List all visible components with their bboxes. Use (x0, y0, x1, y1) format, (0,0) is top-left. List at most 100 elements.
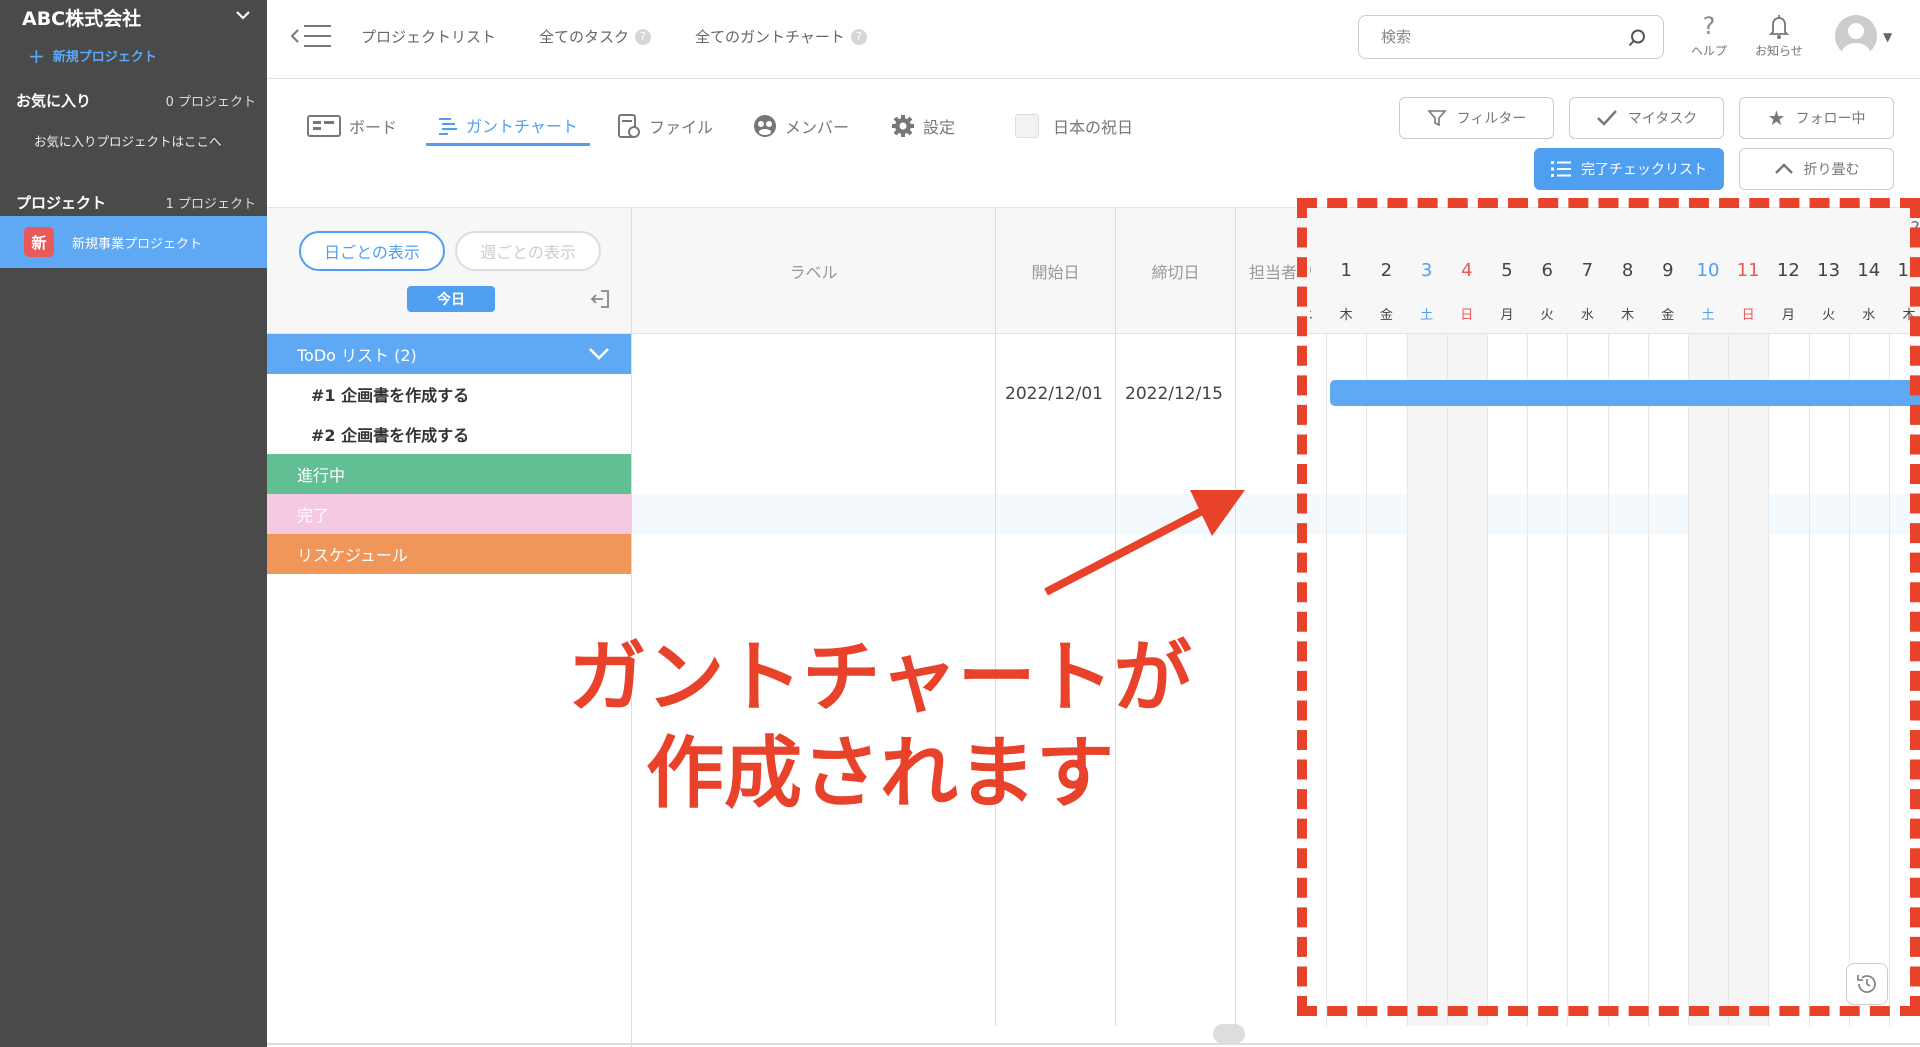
new-project-label: 新規プロジェクト (52, 50, 157, 65)
plus-icon: + (28, 43, 45, 68)
holiday-label: 日本の祝日 (1053, 118, 1134, 137)
gantt-columns: ラベル 開始日 締切日 担当者 2022/12/01 2022/12/15 (632, 208, 1310, 1026)
filter-label: フィルター (1456, 111, 1527, 127)
chevron-up-icon (1774, 163, 1793, 174)
group-reschedule[interactable]: リスケジュール (267, 534, 631, 574)
my-tasks-button[interactable]: マイタスク (1569, 97, 1724, 139)
notifications-button[interactable]: お知らせ (1755, 10, 1803, 59)
group-in-progress[interactable]: 進行中 (267, 454, 631, 494)
tab-settings[interactable]: 設定 (891, 106, 955, 146)
task-start-date[interactable]: 2022/12/01 (1005, 384, 1103, 404)
filter-button[interactable]: フィルター (1399, 97, 1554, 139)
tab-files[interactable]: ファイル (617, 106, 713, 146)
projects-header: プロジェクト 1 プロジェクト (16, 192, 256, 213)
collapse-label: 折り畳む (1803, 162, 1860, 178)
all-tasks-label: 全てのタスク (539, 28, 630, 46)
weekly-view-button[interactable]: 週ごとの表示 (455, 231, 601, 271)
search-icon[interactable] (1627, 28, 1647, 48)
tab-members-label: メンバー (785, 118, 850, 137)
projects-title: プロジェクト (16, 194, 107, 212)
today-button[interactable]: 今日 (407, 286, 495, 312)
annotation-line-2: 作成されます (645, 729, 1114, 819)
holiday-toggle[interactable]: 日本の祝日 (1015, 106, 1133, 146)
my-tasks-label: マイタスク (1627, 111, 1698, 127)
task-due-date[interactable]: 2022/12/15 (1125, 384, 1223, 404)
task-name: #2 企画書を作成する (311, 426, 470, 445)
tab-gantt-label: ガントチャート (466, 116, 578, 136)
company-name[interactable]: ABC株式会社 (22, 4, 141, 31)
group-done-label: 完了 (297, 506, 330, 525)
all-gantt-link[interactable]: 全てのガントチャート ? (695, 26, 867, 47)
all-gantt-label: 全てのガントチャート (695, 28, 845, 46)
check-icon (1596, 110, 1617, 126)
filter-icon (1426, 110, 1447, 127)
all-tasks-link[interactable]: 全てのタスク ? (539, 26, 652, 47)
task-name: #1 企画書を作成する (311, 386, 470, 405)
caret-down-icon[interactable]: ▼ (1883, 30, 1892, 44)
sidebar: ABC株式会社 + 新規プロジェクト お気に入り 0 プロジェクト お気に入りプ… (0, 0, 267, 1047)
column-start-header[interactable]: 開始日 (996, 208, 1116, 334)
search-input[interactable] (1381, 28, 1611, 46)
task-row[interactable]: #2 企画書を作成する (267, 414, 631, 454)
favorites-title: お気に入り (16, 92, 92, 110)
horizontal-scroll-handle[interactable] (1213, 1024, 1245, 1044)
annotation-text: ガントチャートが 作成されます (560, 630, 1200, 822)
checklist-button[interactable]: 完了チェックリスト (1534, 148, 1724, 190)
group-todo[interactable]: ToDo リスト (2) (267, 334, 631, 374)
question-icon[interactable]: ? (635, 28, 652, 45)
help-label: ヘルプ (1691, 44, 1728, 58)
help-button[interactable]: ? ヘルプ (1691, 10, 1727, 59)
avatar[interactable] (1835, 15, 1877, 57)
bottom-border (267, 1043, 1920, 1045)
project-name: 新規事業プロジェクト (72, 236, 203, 252)
tab-board-label: ボード (349, 118, 398, 137)
daily-view-button[interactable]: 日ごとの表示 (299, 231, 445, 271)
project-list-link[interactable]: プロジェクトリスト (361, 26, 496, 47)
gear-icon (892, 115, 914, 137)
sidebar-item-project[interactable]: 新 新規事業プロジェクト (0, 216, 267, 268)
group-in-progress-label: 進行中 (297, 466, 346, 485)
task-row[interactable]: #1 企画書を作成する (267, 374, 631, 414)
tab-members[interactable]: メンバー (753, 106, 849, 146)
project-toolbar: ボード ガントチャート ファイル メンバー 設定 日本の祝日 フィルター マイタ… (267, 80, 1920, 208)
column-due-header[interactable]: 締切日 (1116, 208, 1236, 334)
collapse-button[interactable]: 折り畳む (1739, 148, 1894, 190)
following-button[interactable]: ★ フォロー中 (1739, 97, 1894, 139)
annotation-arrow-icon (1044, 490, 1245, 596)
chevron-down-icon[interactable] (587, 346, 611, 362)
help-icon: ? (1702, 12, 1716, 40)
favorites-header: お気に入り 0 プロジェクト (16, 90, 256, 111)
tab-settings-label: 設定 (923, 118, 956, 137)
search-box[interactable] (1358, 15, 1664, 59)
notifications-label: お知らせ (1755, 44, 1803, 58)
project-list-label: プロジェクトリスト (361, 28, 497, 46)
tab-files-label: ファイル (649, 118, 714, 137)
file-icon (618, 114, 640, 138)
gantt-icon (439, 117, 457, 135)
annotation-highlight-box (1297, 198, 1920, 1016)
favorites-hint: お気に入りプロジェクトはここへ (34, 134, 222, 149)
task-panel-header: 日ごとの表示 週ごとの表示 今日 (267, 208, 631, 334)
group-done[interactable]: 完了 (267, 494, 631, 534)
column-divider (1235, 334, 1236, 1026)
column-label-header[interactable]: ラベル (632, 208, 996, 334)
holiday-checkbox[interactable] (1015, 114, 1039, 138)
panel-collapse-icon[interactable] (589, 288, 611, 310)
projects-count: 1 プロジェクト (165, 197, 256, 212)
group-todo-label: ToDo リスト (2) (297, 346, 417, 365)
group-reschedule-label: リスケジュール (297, 546, 408, 565)
question-icon[interactable]: ? (850, 28, 867, 45)
tab-gantt[interactable]: ガントチャート (426, 106, 590, 146)
bell-icon (1768, 15, 1790, 39)
task-panel: 日ごとの表示 週ごとの表示 今日 ToDo リスト (2) #1 企画書を作成す… (267, 208, 632, 1047)
star-icon: ★ (1767, 106, 1786, 130)
members-icon (754, 115, 776, 137)
user-icon (1841, 23, 1871, 57)
tab-board[interactable]: ボード (307, 106, 397, 146)
annotation-line-1: ガントチャートが (568, 633, 1192, 723)
menu-toggle-icon[interactable] (289, 22, 335, 50)
following-label: フォロー中 (1795, 111, 1866, 127)
favorites-count: 0 プロジェクト (165, 95, 256, 110)
chevron-down-icon[interactable] (234, 6, 252, 24)
new-project-button[interactable]: + 新規プロジェクト (28, 43, 157, 68)
